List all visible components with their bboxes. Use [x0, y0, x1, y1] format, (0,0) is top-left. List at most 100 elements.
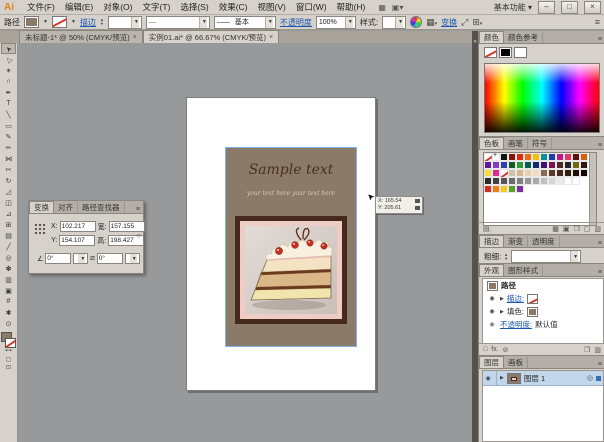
swatch-2-12[interactable] [580, 169, 588, 177]
swatch-0-8[interactable] [548, 153, 556, 161]
graph-tool-icon[interactable]: ▥ [1, 274, 16, 285]
transform-panel[interactable]: 变换对齐路径查找器≡ X: 102.217 宽: 157.155 Y: 154.… [28, 200, 144, 274]
swatch-2-0[interactable] [484, 169, 492, 177]
expand-triangle-icon[interactable]: ▶ [500, 296, 504, 302]
tab-close-icon[interactable]: × [133, 34, 137, 41]
scissors-tool-icon[interactable]: ✂ [1, 164, 16, 175]
tab-swatches-2[interactable]: 符号 [528, 138, 552, 149]
swatch-3-10[interactable] [564, 177, 572, 185]
swatch-options-icon[interactable]: ▣ [563, 225, 570, 233]
shear-dropdown[interactable]: ▼ [125, 253, 140, 264]
duplicate-item-icon[interactable]: ❐ [584, 346, 590, 354]
tab-color-0[interactable]: 颜色 [479, 31, 504, 43]
color-spectrum[interactable] [484, 63, 600, 133]
screen-mode-button[interactable]: ⊡ [6, 364, 11, 372]
appearance-object-row[interactable]: 路径 [483, 279, 603, 292]
swatch-0-4[interactable] [516, 153, 524, 161]
appearance-stroke-link[interactable]: 描边: [507, 293, 524, 304]
maximize-button[interactable]: □ [561, 1, 578, 14]
transform-panel-link[interactable]: 变换 [441, 17, 457, 28]
visibility-eye-icon[interactable]: ◉ [487, 308, 497, 315]
panel-menu-icon[interactable]: ≡ [136, 206, 143, 213]
menu-item-8[interactable]: 帮助(H) [332, 1, 371, 13]
panel-menu-icon[interactable]: ≡ [598, 269, 604, 276]
swatch-3-7[interactable] [540, 177, 548, 185]
pen-tool-icon[interactable]: ✒ [1, 87, 16, 98]
tab-transform-0[interactable]: 变换 [29, 201, 54, 213]
layer-row[interactable]: ◉ ▶ 图层 1 ◎ [483, 371, 603, 386]
swatch-1-8[interactable] [548, 161, 556, 169]
stroke-weight-stepper[interactable]: ▲▼ [100, 18, 104, 26]
tab-color-1[interactable]: 颜色参考 [504, 32, 543, 43]
swatch-0-5[interactable] [524, 153, 532, 161]
stroke-dropdown-arrow[interactable]: ▼ [71, 19, 76, 25]
color-mode-buttons[interactable]: ▪▫▪ [5, 348, 11, 356]
tab-layers-1[interactable]: 画板 [504, 357, 528, 368]
stroke-panel-link[interactable]: 描边 [80, 17, 96, 28]
symbol-sprayer-tool-icon[interactable]: ✽ [1, 263, 16, 274]
paintbrush-tool-icon[interactable]: ✎ [1, 131, 16, 142]
width-profile-combo[interactable]: —▼ [146, 16, 210, 29]
fill-stroke-indicator[interactable] [1, 332, 16, 348]
swatch-2-3[interactable] [508, 169, 516, 177]
shape-builder-tool-icon[interactable]: ◫ [1, 197, 16, 208]
tab-appearance-1[interactable]: 图形样式 [504, 265, 543, 276]
zoom-tool-icon[interactable]: ⊙ [1, 318, 16, 329]
menu-item-3[interactable]: 文字(T) [137, 1, 175, 13]
appearance-opacity-link[interactable]: 不透明度: [500, 319, 532, 330]
swatch-3-5[interactable] [524, 177, 532, 185]
swatch-0-3[interactable] [508, 153, 516, 161]
isolate-object-icon[interactable]: ⤢ [461, 17, 468, 28]
swatch-0-10[interactable] [564, 153, 572, 161]
mesh-tool-icon[interactable]: ⊞ [1, 219, 16, 230]
poster-artwork[interactable]: Sample text your text here your text her… [226, 148, 356, 346]
draw-mode-button[interactable]: ▢ [6, 356, 12, 364]
layer-thumbnail[interactable] [507, 373, 521, 384]
fill-color-swatch[interactable] [24, 16, 39, 28]
recolor-artwork-icon[interactable] [410, 16, 422, 28]
minimize-button[interactable]: – [538, 1, 555, 14]
menu-item-1[interactable]: 编辑(E) [60, 1, 98, 13]
blend-tool-icon[interactable]: ◎ [1, 252, 16, 263]
delete-item-icon[interactable]: ▥ [594, 346, 601, 354]
swatch-3-4[interactable] [516, 177, 524, 185]
selection-tool-icon[interactable]: ➤ [1, 43, 16, 54]
menu-item-0[interactable]: 文件(F) [22, 1, 60, 13]
tab-close-icon[interactable]: × [269, 34, 273, 41]
type-tool-icon[interactable]: T [1, 98, 16, 109]
arrange-documents-icon[interactable]: ▣▾ [392, 3, 404, 12]
appearance-opacity-row[interactable]: ◉ 不透明度: 默认值 [483, 318, 603, 331]
show-swatch-kinds-icon[interactable]: ▦ [552, 225, 559, 233]
rotate-field[interactable]: 0° [45, 253, 71, 264]
swatch-2-2[interactable] [500, 169, 508, 177]
swatch-0-9[interactable] [556, 153, 564, 161]
panel-menu-icon[interactable]: ≡ [598, 361, 604, 368]
artboard-tool-icon[interactable]: ▣ [1, 285, 16, 296]
swatch-1-9[interactable] [556, 161, 564, 169]
tab-appearance-0[interactable]: 外观 [479, 264, 504, 276]
swatch-1-3[interactable] [508, 161, 516, 169]
swatch-2-10[interactable] [564, 169, 572, 177]
visibility-eye-icon[interactable]: ◉ [487, 321, 497, 328]
swatch-1-1[interactable] [492, 161, 500, 169]
tab-transform-1[interactable]: 对齐 [54, 202, 78, 213]
new-stroke-icon[interactable]: □ [483, 346, 487, 353]
style-combo[interactable]: ▼ [382, 16, 406, 29]
color-none-swatch[interactable] [484, 47, 497, 58]
fill-dropdown-arrow[interactable]: ▼ [43, 19, 48, 25]
swatch-2-11[interactable] [572, 169, 580, 177]
swatch-0-12[interactable] [580, 153, 588, 161]
swatch-1-7[interactable] [540, 161, 548, 169]
tab-stroke-2[interactable]: 透明度 [528, 236, 560, 247]
bridge-icon[interactable]: ▦ [378, 3, 386, 12]
rotate-dropdown[interactable]: ▼ [73, 253, 88, 264]
lasso-tool-icon[interactable]: ∩ [1, 76, 16, 87]
stroke-weight-panel-combo[interactable]: ▼ [511, 250, 581, 263]
swatch-2-8[interactable] [548, 169, 556, 177]
swatch-2-4[interactable] [516, 169, 524, 177]
tab-transform-2[interactable]: 路径查找器 [78, 202, 125, 213]
brush-definition-combo[interactable]: —— 基本▼ [214, 16, 276, 29]
appearance-fill-swatch[interactable] [527, 307, 538, 317]
swatch-2-5[interactable] [524, 169, 532, 177]
swatch-2-7[interactable] [540, 169, 548, 177]
